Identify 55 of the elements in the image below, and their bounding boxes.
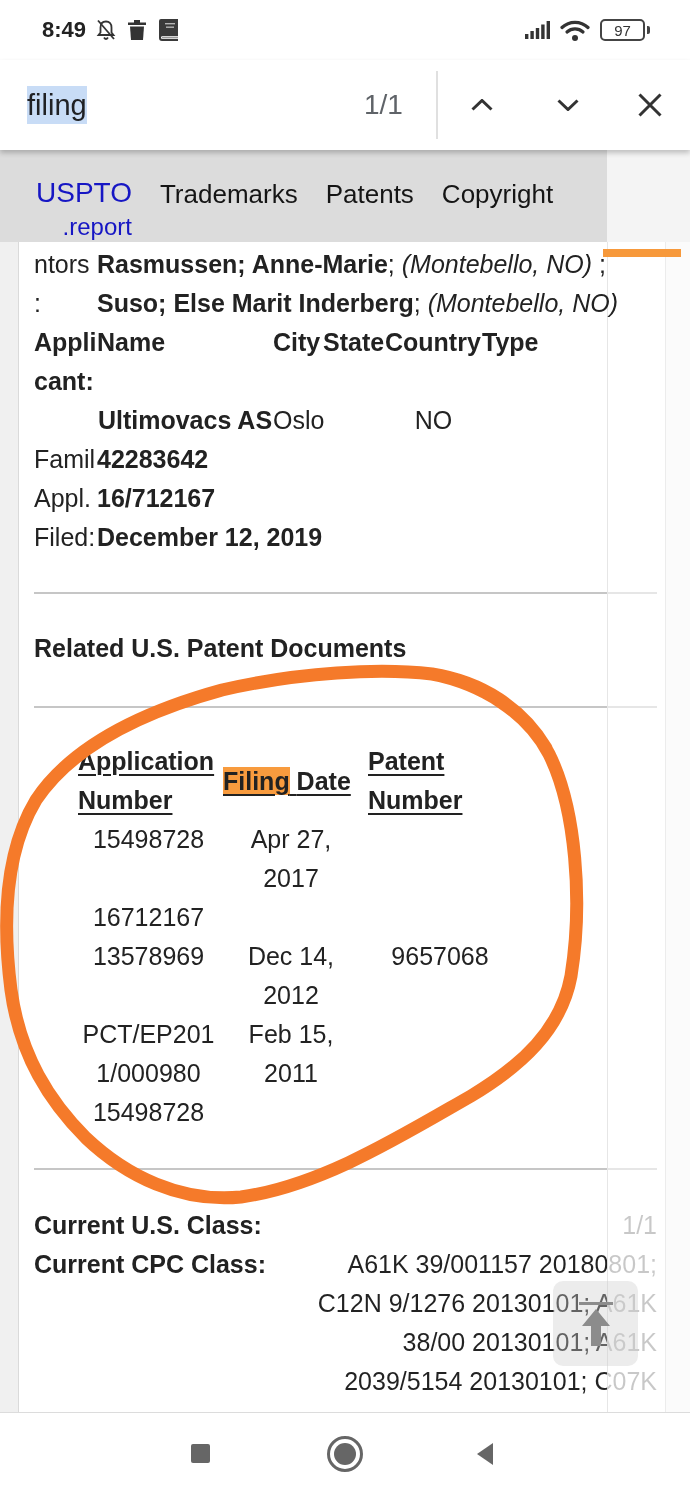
table-cell: Apr 27, 2017: [250, 825, 332, 892]
field-value: December 12, 2019: [97, 522, 323, 553]
field-label: Appl.: [34, 484, 91, 512]
table-cell: 13578969: [92, 942, 205, 970]
table-cell: Feb 15, 2011: [248, 1020, 334, 1087]
trash-icon: [128, 20, 147, 40]
table-cell: 16712167: [92, 903, 205, 931]
column-header: Country: [385, 328, 481, 356]
table-cell: Dec 14, 2012: [247, 942, 335, 1009]
inventor-entry: Rasmussen; Anne-Marie; (Montebello, NO) ;: [97, 249, 606, 280]
nav-link[interactable]: Copyright: [441, 176, 554, 212]
table-cell: PCT/EP2011/000980: [82, 1020, 215, 1087]
field-label: Filed:: [34, 523, 96, 551]
bell-off-icon: [96, 19, 117, 41]
field-value: 42283642: [97, 444, 209, 475]
find-match-highlight: Filing: [223, 766, 290, 795]
chevron-down-icon: [557, 99, 579, 111]
column-header-link[interactable]: Application Number: [78, 742, 219, 820]
table-cell: 15498728: [92, 825, 205, 853]
book-icon: [158, 19, 181, 41]
circle-icon: [327, 1435, 363, 1472]
triangle-left-icon: [477, 1442, 493, 1465]
field-label: Appli: [34, 328, 97, 356]
field-label: :: [34, 289, 41, 317]
column-header: Name: [97, 328, 166, 356]
column-header: State: [323, 328, 385, 356]
wifi-icon: [560, 19, 590, 41]
table-cell: 15498728: [92, 1098, 205, 1126]
close-icon: [638, 93, 662, 117]
field-label: Current CPC Class:: [34, 1250, 266, 1278]
table-cell: NO: [414, 406, 453, 434]
section-heading: Related U.S. Patent Documents: [34, 634, 407, 662]
clock-time: 8:49: [42, 17, 87, 43]
inventor-entry: Suso; Else Marit Inderberg; (Montebello, NO): [97, 288, 618, 319]
find-field[interactable]: filing: [27, 86, 87, 124]
square-icon: [190, 1444, 210, 1463]
nav-link[interactable]: Trademarks: [159, 176, 298, 212]
table-cell: Ultimovacs AS: [97, 406, 273, 434]
field-label: cant:: [34, 367, 94, 395]
nav-link[interactable]: Patents: [325, 176, 414, 212]
match-count: 1/1: [364, 89, 404, 121]
field-value: 16/712167: [97, 483, 216, 514]
site-logo-link[interactable]: USPTO .report: [36, 176, 132, 242]
column-header-link[interactable]: Filing Date: [223, 761, 351, 801]
signal-icon: [525, 21, 550, 39]
field-label: ntors: [34, 250, 90, 278]
table-cell: Oslo: [273, 406, 325, 434]
table-cell: 9657068: [391, 942, 489, 970]
chevron-up-icon: [471, 99, 493, 111]
field-label: Current U.S. Class:: [34, 1211, 262, 1239]
column-header-link[interactable]: Patent Number: [368, 742, 512, 820]
column-header: Type: [482, 328, 539, 356]
field-label: Famil: [34, 445, 96, 473]
column-header: City: [273, 328, 321, 356]
battery-indicator: 97: [600, 19, 650, 41]
